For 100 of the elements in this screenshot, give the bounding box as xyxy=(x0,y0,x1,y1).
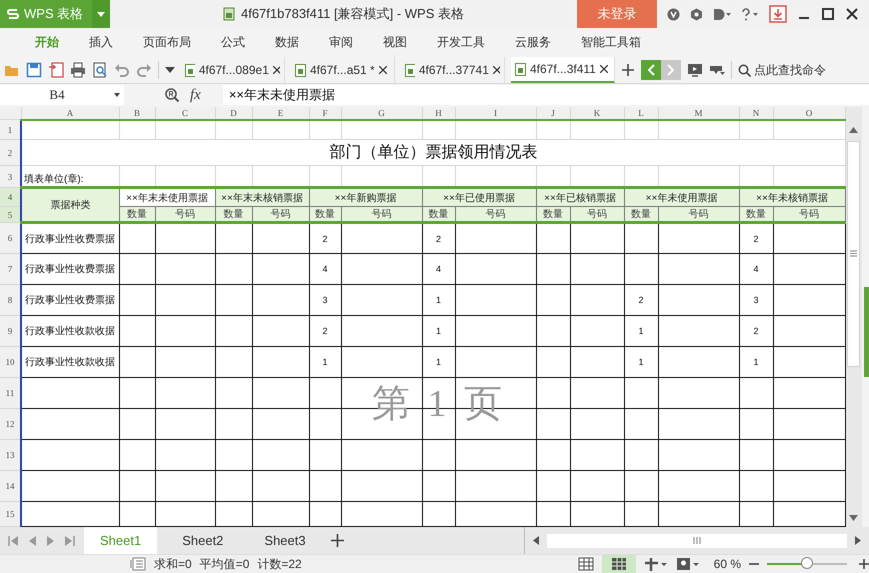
row-header[interactable]: 2 xyxy=(0,140,21,166)
row-header[interactable]: 13 xyxy=(0,440,21,470)
tray-icon[interactable] xyxy=(709,63,725,78)
table-header-cell: 数量 xyxy=(739,206,773,222)
page-break-view-button[interactable] xyxy=(602,555,636,573)
column-header[interactable]: H xyxy=(422,106,455,120)
tabs-left-button[interactable] xyxy=(641,60,661,80)
column-header[interactable]: M xyxy=(658,106,739,120)
print-icon[interactable] xyxy=(70,62,86,78)
hexagon-icon[interactable] xyxy=(690,8,703,20)
find-function-icon[interactable] xyxy=(164,87,180,104)
document-tab-label: 4f67f...a51 * xyxy=(310,63,375,78)
table-cell: 2 xyxy=(309,316,341,346)
dropdown-icon[interactable] xyxy=(165,67,175,74)
column-header[interactable]: A xyxy=(21,106,119,120)
row-header[interactable]: 3 xyxy=(0,166,21,188)
table-header-cell: ××年已使用票据 xyxy=(422,188,536,206)
column-header[interactable]: C xyxy=(155,106,215,120)
vertical-scrollbar[interactable] xyxy=(846,106,862,527)
scroll-up-icon[interactable] xyxy=(849,126,858,132)
sheet-tab[interactable]: Sheet1 xyxy=(84,527,158,554)
row-header[interactable]: 15 xyxy=(0,502,21,526)
zoom-percentage[interactable]: 60 % xyxy=(714,557,741,571)
menu-tab[interactable]: 数据 xyxy=(260,34,314,52)
close-icon[interactable] xyxy=(845,7,859,21)
row-header[interactable]: 7 xyxy=(0,254,21,284)
menu-tab[interactable]: 开发工具 xyxy=(422,34,500,52)
table-cell: 4 xyxy=(739,254,773,284)
row-header[interactable]: 11 xyxy=(0,378,21,408)
menu-tab[interactable]: 云服务 xyxy=(500,34,566,52)
reading-mode-icon[interactable] xyxy=(644,557,668,571)
help-icon[interactable] xyxy=(741,8,759,20)
save-icon[interactable] xyxy=(26,62,42,78)
column-header[interactable]: K xyxy=(570,106,624,120)
scroll-right-icon[interactable] xyxy=(855,536,861,545)
close-icon[interactable] xyxy=(492,66,500,74)
zoom-slider-handle[interactable] xyxy=(801,557,813,569)
table-cell: 2 xyxy=(739,316,773,346)
row-header[interactable]: 6 xyxy=(0,222,21,254)
table-cell: 3 xyxy=(739,284,773,316)
menu-tab[interactable]: 审阅 xyxy=(314,34,368,52)
insert-function-button[interactable]: fx xyxy=(190,86,201,104)
column-header[interactable]: N xyxy=(739,106,773,120)
command-search[interactable]: 点此查找命令 xyxy=(738,62,826,79)
formula-field[interactable]: ××年末未使用票据 xyxy=(222,85,869,106)
row-header[interactable]: 14 xyxy=(0,470,21,502)
column-header[interactable]: B xyxy=(119,106,155,120)
row-header[interactable]: 8 xyxy=(0,284,21,316)
document-tab-label: 4f67f...37741 xyxy=(418,63,489,78)
scroll-down-icon[interactable] xyxy=(849,515,858,521)
document-tab[interactable]: 4f67f...3f411 xyxy=(511,57,615,84)
scroll-thumb[interactable] xyxy=(847,140,860,366)
row-header[interactable]: 1 xyxy=(0,120,21,140)
download-icon[interactable] xyxy=(769,5,787,23)
menu-tab[interactable]: 视图 xyxy=(368,34,422,52)
zoom-in-icon[interactable] xyxy=(859,559,869,569)
sheet-tab[interactable]: Sheet2 xyxy=(166,527,240,554)
table-cell: 2 xyxy=(309,222,341,254)
screen-icon[interactable] xyxy=(687,63,703,78)
column-header[interactable]: O xyxy=(773,106,845,120)
row-header[interactable]: 10 xyxy=(0,346,21,378)
name-box[interactable]: B4 xyxy=(0,85,124,106)
menu-tab[interactable]: 公式 xyxy=(206,34,260,52)
maximize-icon[interactable] xyxy=(821,7,835,21)
table-cell: 行政事业性收费票据 xyxy=(21,222,119,254)
print-preview-icon[interactable] xyxy=(92,62,108,78)
undo-icon[interactable] xyxy=(114,62,130,78)
cell-view-icon[interactable] xyxy=(130,557,146,571)
sheet-tab[interactable]: Sheet3 xyxy=(248,527,322,554)
eye-protection-icon[interactable] xyxy=(676,557,700,571)
document-tab[interactable]: 4f67f...a51 * xyxy=(291,57,395,84)
add-tab-icon[interactable] xyxy=(621,63,635,78)
row-header[interactable]: 12 xyxy=(0,408,21,440)
row-header[interactable]: 9 xyxy=(0,316,21,346)
table-cell: 行政事业性收款收据 xyxy=(21,316,119,346)
scroll-left-icon[interactable] xyxy=(533,536,539,545)
column-header[interactable]: D xyxy=(215,106,252,120)
column-header[interactable]: J xyxy=(536,106,570,120)
add-sheet-icon[interactable] xyxy=(330,534,344,547)
unit-label: 填表单位(章): xyxy=(24,174,84,185)
column-header[interactable]: I xyxy=(455,106,536,120)
export-pdf-icon[interactable] xyxy=(48,62,64,78)
column-header[interactable]: E xyxy=(252,106,309,120)
row-header[interactable]: 4 xyxy=(0,188,21,206)
menu-tab[interactable]: 页面布局 xyxy=(128,34,206,52)
normal-view-icon[interactable] xyxy=(578,557,594,571)
menu-tab[interactable]: 插入 xyxy=(74,34,128,52)
side-panel-handle[interactable] xyxy=(864,286,869,376)
column-header[interactable]: L xyxy=(624,106,658,120)
document-tab[interactable]: 4f67f...089e1 xyxy=(181,57,285,84)
close-icon[interactable] xyxy=(600,65,608,74)
scroll-thumb[interactable] xyxy=(547,534,847,548)
table-header-cell: 数量 xyxy=(422,206,455,222)
close-icon[interactable] xyxy=(378,66,387,74)
document-tab[interactable]: 4f67f...37741 xyxy=(401,57,505,84)
app-dropdown-button[interactable] xyxy=(92,0,110,28)
close-icon[interactable] xyxy=(272,66,280,74)
redo-icon[interactable] xyxy=(136,62,152,78)
menu-tab[interactable]: 智能工具箱 xyxy=(566,34,656,52)
column-header[interactable]: G xyxy=(341,106,422,120)
